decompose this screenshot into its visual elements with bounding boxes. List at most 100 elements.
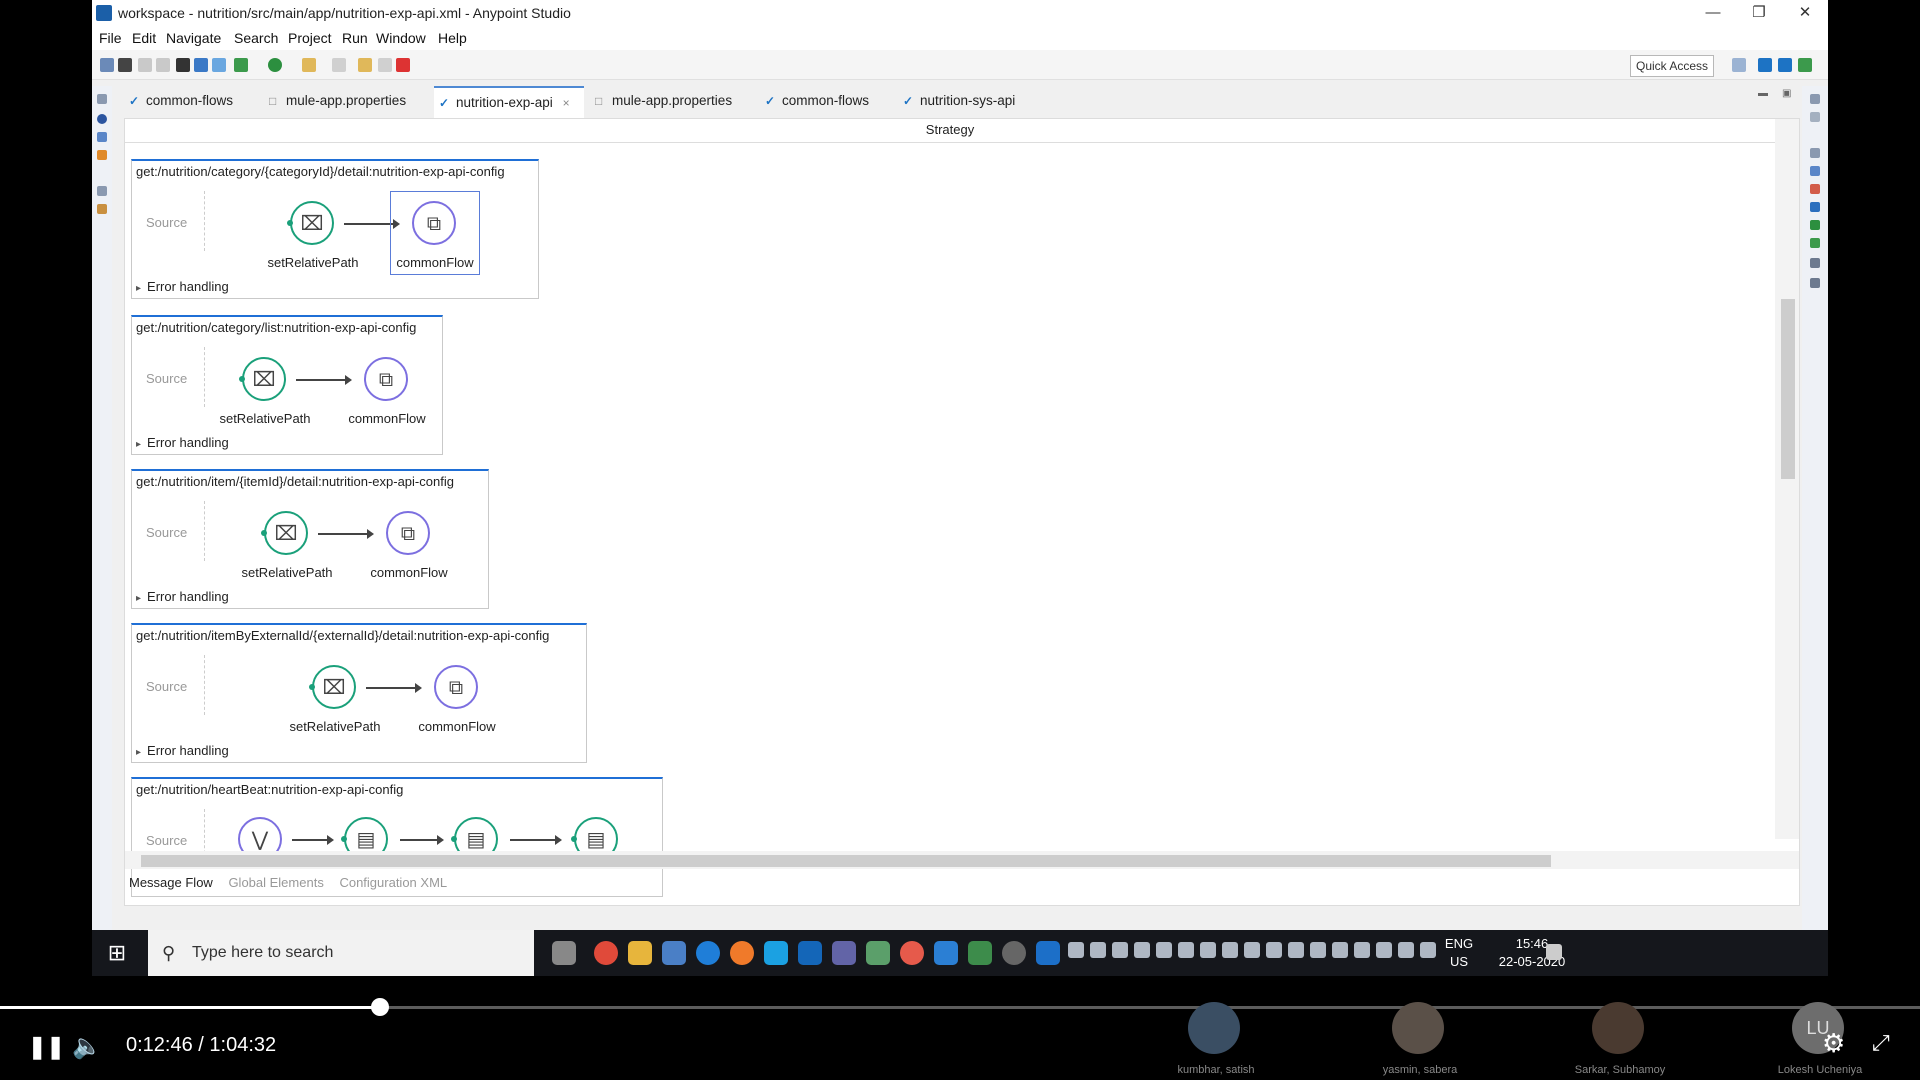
volume-icon[interactable] [1420, 942, 1436, 958]
set-variable-node-icon[interactable]: ⌧ [287, 201, 334, 245]
tab-configuration-xml[interactable]: Configuration XML [339, 875, 447, 890]
forward-icon[interactable] [332, 58, 346, 72]
properties-icon[interactable] [97, 204, 107, 214]
tab-mule-app-properties[interactable]: □ mule-app.properties [264, 86, 424, 118]
minimize-button[interactable]: — [1690, 0, 1736, 26]
mule-perspective-icon[interactable] [1758, 58, 1772, 72]
toggle-icon[interactable] [118, 58, 132, 72]
problems-icon[interactable] [1810, 184, 1820, 194]
chrome-2-icon[interactable] [900, 941, 924, 965]
tray-icon[interactable] [1222, 942, 1238, 958]
set-variable-node-icon[interactable]: ⌧ [261, 511, 308, 555]
redo-icon[interactable] [378, 58, 392, 72]
menu-window[interactable]: Window [376, 26, 426, 50]
flow-container[interactable]: get:/nutrition/itemByExternalId/{externa… [131, 623, 587, 763]
skype-icon[interactable] [764, 941, 788, 965]
task-view-icon[interactable] [552, 941, 576, 965]
save-all-icon[interactable] [156, 58, 170, 72]
tab-common-flows[interactable]: ✓ common-flows [124, 86, 264, 118]
debug-perspective-icon[interactable] [1798, 58, 1812, 72]
tab-mule-app-properties-2[interactable]: □ mule-app.properties [590, 86, 750, 118]
vertical-scroll-thumb[interactable] [1781, 299, 1795, 479]
flow-container[interactable]: get:/nutrition/category/{categoryId}/det… [131, 159, 539, 299]
set-variable-node-icon[interactable]: ⌧ [309, 665, 356, 709]
outlook-icon[interactable] [798, 941, 822, 965]
evaluate-icon[interactable] [1810, 220, 1820, 230]
api-icon[interactable] [1810, 258, 1820, 268]
horizontal-scrollbar[interactable] [125, 851, 1799, 869]
tab-message-flow[interactable]: Message Flow [129, 875, 213, 890]
quick-access-field[interactable]: Quick Access [1630, 55, 1714, 77]
restore-panel-icon[interactable] [1810, 148, 1820, 158]
tray-icon[interactable] [1332, 942, 1348, 958]
tray-icon[interactable] [1090, 942, 1106, 958]
menu-search[interactable]: Search [234, 26, 278, 50]
mule-design-icon[interactable] [1778, 58, 1792, 72]
list-icon[interactable] [1810, 112, 1820, 122]
microphone-icon[interactable] [1354, 942, 1370, 958]
menu-project[interactable]: Project [288, 26, 332, 50]
edge-icon[interactable] [696, 941, 720, 965]
close-button[interactable]: ✕ [1782, 0, 1828, 26]
tray-icon[interactable] [1112, 942, 1128, 958]
volume-icon[interactable]: 🔈 [72, 1032, 102, 1061]
save-icon[interactable] [138, 58, 152, 72]
close-tab-icon[interactable]: × [563, 96, 570, 110]
error-handling-toggle[interactable]: Error handling [136, 435, 229, 450]
flow-container[interactable]: get:/nutrition/category/list:nutrition-e… [131, 315, 443, 455]
error-handling-toggle[interactable]: Error handling [136, 589, 229, 604]
tab-common-flows-2[interactable]: ✓ common-flows [760, 86, 890, 118]
spreadsheet-icon[interactable] [968, 941, 992, 965]
tray-cloud-icon[interactable] [1068, 942, 1084, 958]
outline-icon[interactable] [97, 132, 107, 142]
perspective-icon[interactable] [1732, 58, 1746, 72]
vscode-icon[interactable] [934, 941, 958, 965]
restore-panel-icon[interactable] [97, 186, 107, 196]
tray-icon[interactable] [1134, 942, 1150, 958]
tray-icon[interactable] [1244, 942, 1260, 958]
teams-icon[interactable] [832, 941, 856, 965]
file-explorer-icon[interactable] [628, 941, 652, 965]
postman-icon[interactable] [730, 941, 754, 965]
terminal-icon[interactable] [176, 58, 190, 72]
set-variable-node-icon[interactable]: ⌧ [239, 357, 286, 401]
tab-nutrition-sys-api[interactable]: ✓ nutrition-sys-api [898, 86, 1038, 118]
flow-reference-node-icon[interactable]: ⧉ [434, 665, 478, 709]
menu-edit[interactable]: Edit [132, 26, 156, 50]
wifi-icon[interactable] [1398, 942, 1414, 958]
undo-icon[interactable] [358, 58, 372, 72]
menu-file[interactable]: File [99, 26, 122, 50]
menu-help[interactable]: Help [438, 26, 467, 50]
api-icon-2[interactable] [1810, 278, 1820, 288]
explorer-icon[interactable] [97, 114, 107, 124]
tray-icon[interactable] [1178, 942, 1194, 958]
globe-icon[interactable] [1002, 941, 1026, 965]
restore-view-icon[interactable] [97, 94, 107, 104]
vertical-scrollbar[interactable] [1775, 119, 1799, 839]
stop-icon[interactable] [396, 58, 410, 72]
debug-icon[interactable] [234, 58, 248, 72]
flow-reference-node-icon[interactable]: ⧉ [386, 511, 430, 555]
link-icon[interactable] [194, 58, 208, 72]
tray-icon[interactable] [1310, 942, 1326, 958]
tray-icon[interactable] [1266, 942, 1282, 958]
error-handling-toggle[interactable]: Error handling [136, 743, 229, 758]
menu-run[interactable]: Run [342, 26, 368, 50]
app-icon[interactable] [866, 941, 890, 965]
anypoint-studio-icon[interactable] [1036, 941, 1060, 965]
flow-container[interactable]: get:/nutrition/item/{itemId}/detail:nutr… [131, 469, 489, 609]
restore-view-icon[interactable] [1810, 94, 1820, 104]
tab-global-elements[interactable]: Global Elements [228, 875, 323, 890]
network-icon[interactable] [662, 941, 686, 965]
chrome-icon[interactable] [594, 941, 618, 965]
minimize-editor-icon[interactable]: ▬ [1758, 88, 1768, 99]
tray-icon[interactable] [1288, 942, 1304, 958]
menu-navigate[interactable]: Navigate [166, 26, 221, 50]
tray-icon[interactable] [1156, 942, 1172, 958]
taskbar-search-input[interactable]: ⚲ Type here to search [148, 930, 534, 976]
breakpoints-icon[interactable] [1810, 238, 1820, 248]
battery-icon[interactable] [1376, 942, 1392, 958]
mule-debugger-icon[interactable] [1810, 202, 1820, 212]
tab-nutrition-exp-api[interactable]: ✓ nutrition-exp-api × [434, 86, 584, 118]
flow-reference-node-icon[interactable]: ⧉ [364, 357, 408, 401]
